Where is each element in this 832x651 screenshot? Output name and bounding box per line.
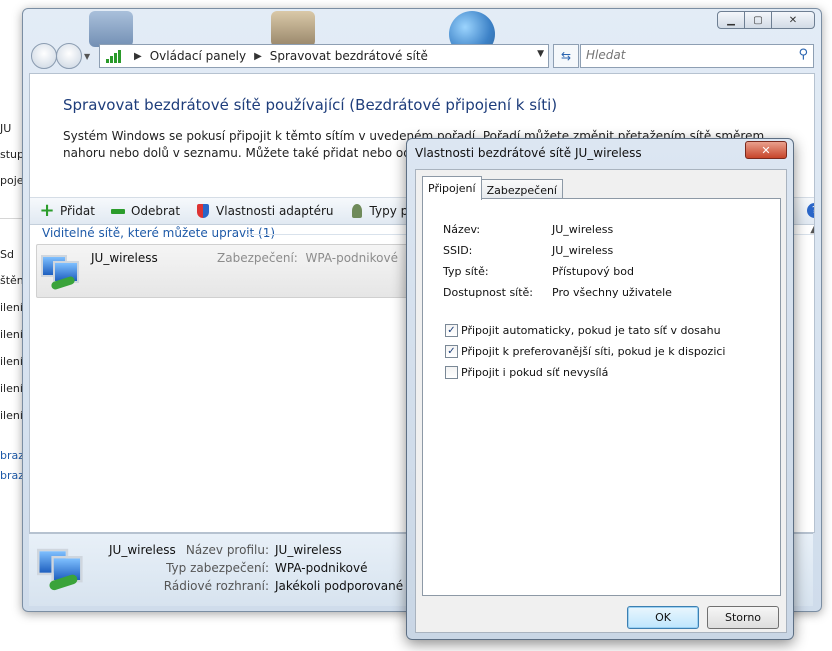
address-dropdown-icon[interactable]: ▼ (537, 49, 544, 59)
bg-fragment: stup (0, 148, 24, 161)
dialog-body: Připojení Zabezpečení Název: JU_wireless… (415, 169, 787, 633)
bg-fragment: ilení (0, 409, 23, 422)
checkbox-checked-icon[interactable]: ✓ (445, 324, 458, 337)
title-bar[interactable]: ▁ ▢ ✕ (23, 9, 821, 57)
checkbox-unchecked-icon[interactable] (445, 366, 458, 379)
prefer-network-checkbox[interactable]: ✓ Připojit k preferovanější síti, pokud … (445, 345, 725, 358)
wireless-network-icon (39, 251, 83, 291)
recent-pages-dropdown[interactable]: ▼ (84, 52, 90, 61)
connection-tab-panel: Název: JU_wireless SSID: JU_wireless Typ… (422, 198, 781, 596)
search-input[interactable] (581, 45, 786, 65)
adapter-properties-button[interactable]: Vlastnosti adaptéru (195, 203, 334, 219)
checkbox-label: Připojit automaticky, pokud je tato síť … (461, 324, 721, 337)
property-value: Pro všechny uživatele (552, 286, 672, 299)
tab-strip: Připojení Zabezpečení (422, 176, 563, 200)
property-label: Dostupnost sítě: (443, 286, 534, 299)
cancel-button[interactable]: Storno (707, 606, 779, 629)
bg-fragment: ilení (0, 382, 23, 395)
bg-fragment: ilení (0, 355, 23, 368)
network-list-item[interactable]: JU_wireless Zabezpečení: WPA-podnikové (36, 244, 418, 298)
user-icon (349, 203, 365, 219)
caption-buttons: ▁ ▢ ✕ (717, 11, 815, 29)
checkbox-checked-icon[interactable]: ✓ (445, 345, 458, 358)
plus-icon: + (39, 200, 55, 221)
help-icon[interactable]: ? (807, 203, 814, 218)
tab-security[interactable]: Zabezpečení (480, 179, 563, 200)
breadcrumb-chevron-icon[interactable]: ▶ (254, 51, 262, 62)
network-name: JU_wireless (91, 251, 158, 265)
bg-fragment: štěn (0, 274, 24, 287)
bg-link[interactable]: braz (0, 449, 24, 462)
address-bar[interactable]: ▶ Ovládací panely ▶ Spravovat bezdrátové… (99, 44, 549, 68)
property-value: JU_wireless (552, 244, 614, 257)
adapter-properties-label: Vlastnosti adaptéru (216, 204, 334, 218)
bg-divider (0, 218, 24, 219)
minimize-button[interactable]: ▁ (717, 11, 745, 29)
bg-fragment: ilení (0, 301, 23, 314)
bg-fragment: Sd (0, 248, 14, 261)
background-window: JU stup pojen Sd štěn ilení ilení ilení … (0, 0, 24, 651)
details-value: WPA-podnikové (275, 561, 368, 575)
property-label: Název: (443, 223, 481, 236)
bg-fragment: pojen (0, 174, 24, 187)
wireless-network-icon (35, 544, 88, 592)
hidden-network-checkbox[interactable]: Připojit i pokud síť nevysílá (445, 366, 608, 379)
details-value: JU_wireless (275, 543, 342, 557)
breadcrumb-chevron-icon: ▶ (134, 50, 142, 62)
add-label: Přidat (60, 204, 95, 218)
dialog-close-button[interactable]: ✕ (745, 141, 787, 159)
collapse-icon[interactable]: ▲ (810, 224, 814, 235)
maximize-button[interactable]: ▢ (744, 11, 772, 29)
property-value: Přístupový bod (552, 265, 634, 278)
auto-connect-checkbox[interactable]: ✓ Připojit automaticky, pokud je tato sí… (445, 324, 721, 337)
group-header[interactable]: Viditelné sítě, které můžete upravit (1) (42, 226, 275, 240)
bg-link[interactable]: braz (0, 469, 24, 482)
network-security: Zabezpečení: WPA-podnikové (217, 251, 398, 265)
details-label: Rádiové rozhraní: (163, 579, 269, 593)
dialog-title[interactable]: Vlastnosti bezdrátové sítě JU_wireless (415, 146, 642, 160)
checkbox-label: Připojit i pokud síť nevysílá (461, 366, 609, 379)
tab-connection[interactable]: Připojení (422, 176, 482, 200)
property-value: JU_wireless (552, 223, 614, 236)
breadcrumb-manage-wireless[interactable]: Spravovat bezdrátové sítě (270, 49, 428, 63)
search-icon[interactable]: ⚲ (798, 47, 808, 62)
details-label: Název profilu: (185, 543, 269, 557)
property-label: Typ sítě: (443, 265, 489, 278)
bg-fragment: JU (0, 122, 12, 135)
refresh-button[interactable]: ⇆ (553, 44, 579, 68)
minus-icon (110, 203, 126, 219)
bg-fragment: ilení (0, 328, 23, 341)
remove-button[interactable]: Odebrat (110, 203, 180, 219)
ok-button[interactable]: OK (627, 606, 699, 629)
wireless-properties-dialog: Vlastnosti bezdrátové sítě JU_wireless ✕… (406, 138, 794, 640)
navigation-bar: ▼ ▶ Ovládací panely ▶ Spravovat bezdráto… (29, 43, 815, 69)
search-box: ⚲ (580, 44, 814, 68)
details-value: Jakékoli podporované (275, 579, 404, 593)
shield-icon (195, 203, 211, 219)
checkbox-label: Připojit k preferovanější síti, pokud je… (461, 345, 726, 358)
wireless-signal-icon (106, 49, 122, 63)
details-label: Typ zabezpečení: (166, 561, 269, 575)
breadcrumb-control-panel[interactable]: Ovládací panely (150, 49, 246, 63)
forward-button[interactable] (56, 43, 82, 69)
close-button[interactable]: ✕ (771, 11, 815, 29)
taskbar-thumbnail-icon (271, 11, 315, 47)
back-button[interactable] (31, 43, 57, 69)
page-title: Spravovat bezdrátové sítě používající (B… (63, 96, 558, 114)
remove-label: Odebrat (130, 204, 181, 218)
add-button[interactable]: + Přidat (39, 200, 95, 221)
property-label: SSID: (443, 244, 473, 257)
taskbar-thumbnail-icon (89, 11, 133, 47)
